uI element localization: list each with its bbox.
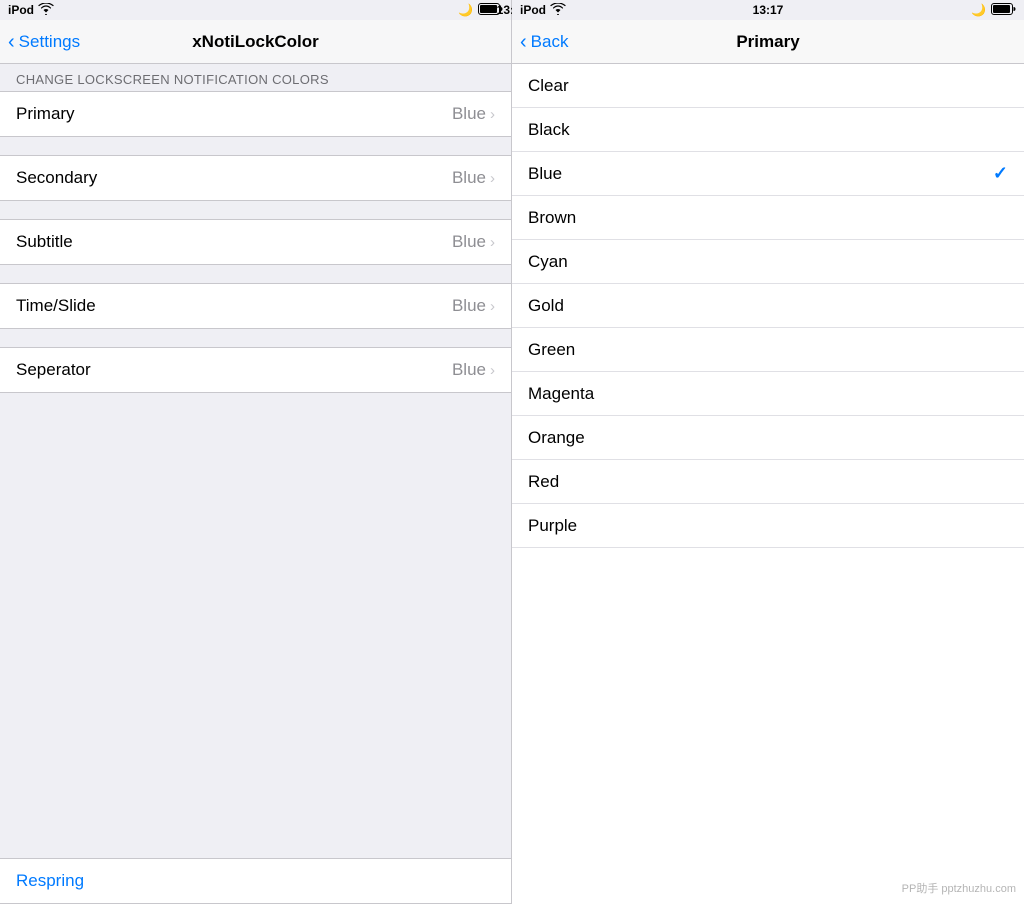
right-nav-bar: ‹ Back Primary (512, 20, 1024, 64)
timeslide-setting-item[interactable]: Time/Slide Blue › (0, 284, 511, 328)
timeslide-chevron-icon: › (490, 298, 495, 315)
primary-setting-item[interactable]: Primary Blue › (0, 92, 511, 136)
spacer-3 (0, 265, 511, 283)
section-header: CHANGE LOCKSCREEN NOTIFICATION COLORS (0, 64, 511, 91)
left-content: CHANGE LOCKSCREEN NOTIFICATION COLORS Pr… (0, 64, 511, 904)
secondary-value: Blue › (452, 168, 495, 188)
color-label-cyan: Cyan (528, 252, 568, 272)
right-back-button[interactable]: ‹ Back (520, 32, 568, 52)
primary-label: Primary (16, 104, 75, 124)
separator-chevron-icon: › (490, 362, 495, 379)
right-panel: iPod 13:17 🌙 (512, 0, 1024, 904)
color-label-black: Black (528, 120, 570, 140)
spacer-1 (0, 137, 511, 155)
secondary-setting-item[interactable]: Secondary Blue › (0, 156, 511, 200)
color-label-red: Red (528, 472, 559, 492)
left-status-left: iPod (8, 3, 54, 18)
left-panel: iPod 13:17 🌙 (0, 0, 512, 904)
color-item-green[interactable]: Green (512, 328, 1024, 372)
color-item-red[interactable]: Red (512, 460, 1024, 504)
primary-chevron-icon: › (490, 106, 495, 123)
timeslide-label: Time/Slide (16, 296, 96, 316)
settings-table: Primary Blue › (0, 91, 511, 137)
left-moon-icon: 🌙 (458, 3, 473, 17)
respring-group: Respring (0, 858, 511, 904)
right-status-right: 🌙 (971, 3, 1016, 18)
color-item-purple[interactable]: Purple (512, 504, 1024, 548)
color-item-black[interactable]: Black (512, 108, 1024, 152)
color-item-blue[interactable]: Blue ✓ (512, 152, 1024, 196)
timeslide-table: Time/Slide Blue › (0, 283, 511, 329)
primary-value: Blue › (452, 104, 495, 124)
color-list: Clear Black Blue ✓ Brown Cyan Gold Green Magenta… (512, 64, 1024, 904)
color-item-gold[interactable]: Gold (512, 284, 1024, 328)
right-moon-icon: 🌙 (971, 3, 986, 17)
separator-setting-item[interactable]: Seperator Blue › (0, 348, 511, 392)
right-wifi-icon (550, 3, 566, 18)
subtitle-label: Subtitle (16, 232, 73, 252)
left-back-button[interactable]: ‹ Settings (8, 32, 80, 52)
right-device-label: iPod (520, 3, 546, 17)
left-device-label: iPod (8, 3, 34, 17)
left-back-chevron-icon: ‹ (8, 32, 15, 52)
color-label-blue: Blue (528, 164, 562, 184)
separator-label: Seperator (16, 360, 91, 380)
subtitle-setting-item[interactable]: Subtitle Blue › (0, 220, 511, 264)
left-nav-bar: ‹ Settings xNotiLockColor (0, 20, 511, 64)
subtitle-table: Subtitle Blue › (0, 219, 511, 265)
color-item-cyan[interactable]: Cyan (512, 240, 1024, 284)
left-back-label: Settings (19, 32, 80, 52)
timeslide-value: Blue › (452, 296, 495, 316)
right-back-chevron-icon: ‹ (520, 32, 527, 52)
spacer-6 (0, 411, 511, 429)
right-status-bar: iPod 13:17 🌙 (512, 0, 1024, 20)
spacer-5 (0, 393, 511, 411)
right-back-label: Back (531, 32, 569, 52)
spacer-4 (0, 329, 511, 347)
color-item-magenta[interactable]: Magenta (512, 372, 1024, 416)
right-status-left: iPod (520, 3, 566, 18)
left-status-bar: iPod 13:17 🌙 (0, 0, 511, 20)
subtitle-value: Blue › (452, 232, 495, 252)
respring-button[interactable]: Respring (0, 859, 511, 903)
left-wifi-icon (38, 3, 54, 18)
respring-label: Respring (16, 871, 84, 891)
color-label-orange: Orange (528, 428, 585, 448)
color-check-blue: ✓ (993, 163, 1008, 184)
color-item-brown[interactable]: Brown (512, 196, 1024, 240)
watermark: PP助手 pptzhuzhu.com (902, 880, 1016, 896)
color-label-brown: Brown (528, 208, 576, 228)
right-time: 13:17 (753, 3, 784, 17)
color-label-green: Green (528, 340, 575, 360)
color-label-clear: Clear (528, 76, 569, 96)
color-item-orange[interactable]: Orange (512, 416, 1024, 460)
color-item-clear[interactable]: Clear (512, 64, 1024, 108)
secondary-label: Secondary (16, 168, 97, 188)
color-label-gold: Gold (528, 296, 564, 316)
spacer-2 (0, 201, 511, 219)
color-label-magenta: Magenta (528, 384, 594, 404)
subtitle-chevron-icon: › (490, 234, 495, 251)
secondary-chevron-icon: › (490, 170, 495, 187)
secondary-table: Secondary Blue › (0, 155, 511, 201)
right-nav-title: Primary (736, 32, 799, 52)
left-nav-title: xNotiLockColor (192, 32, 319, 52)
right-battery-icon (991, 3, 1016, 18)
separator-table: Seperator Blue › (0, 347, 511, 393)
color-label-purple: Purple (528, 516, 577, 536)
separator-value: Blue › (452, 360, 495, 380)
